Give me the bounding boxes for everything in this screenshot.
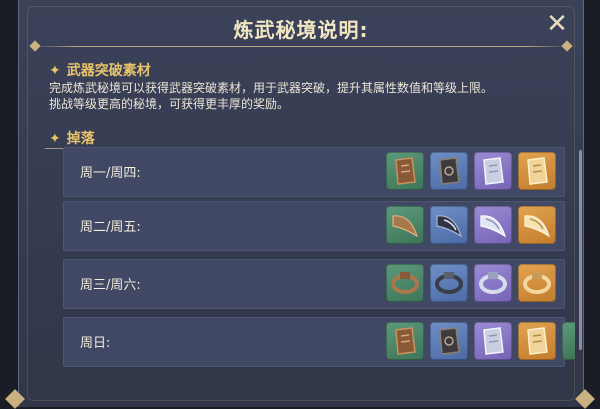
golden-tooth-item-icon[interactable] [518, 206, 556, 244]
silver-tile-item-icon[interactable] [474, 322, 512, 360]
close-icon[interactable]: ✕ [545, 11, 569, 37]
drop-day-label: 周一/周四: [80, 166, 141, 181]
silver-tooth-item-icon[interactable] [474, 206, 512, 244]
bronze-chain-item-icon[interactable] [386, 264, 424, 302]
drop-row-sun: 周日: [63, 317, 575, 367]
drops-scrollbar[interactable] [579, 150, 582, 350]
dark-tile-item-icon[interactable] [430, 322, 468, 360]
bronze-tooth-item-icon[interactable] [386, 206, 424, 244]
sparkle-icon: ✦ [49, 131, 61, 147]
drop-day-label: 周二/周五: [80, 220, 141, 235]
drop-day-label: 周三/周六: [80, 278, 141, 293]
dark-tile-item-icon[interactable] [430, 152, 468, 190]
bronze-tile-item-icon[interactable] [386, 152, 424, 190]
drop-row-tue-fri: 周二/周五: [63, 201, 565, 251]
overflow-item-icon[interactable] [562, 322, 575, 360]
drop-row-mon-thu: 周一/周四: [63, 147, 565, 197]
upgrade-description: 完成炼武秘境可以获得武器突破素材，用于武器突破，提升其属性数值和等级上限。 挑战… [49, 81, 494, 111]
drop-row-wed-sat: 周三/周六: [63, 259, 565, 309]
page-title: 炼武秘境说明: [233, 18, 369, 42]
drop-day-label: 周日: [80, 336, 111, 351]
bronze-tile-item-icon[interactable] [386, 322, 424, 360]
dark-tooth-item-icon[interactable] [430, 206, 468, 244]
domain-info-panel: 炼武秘境说明: ✕ ✦ 武器突破素材 完成炼武秘境可以获得武器突破素材，用于武器突… [18, 0, 584, 407]
golden-chain-item-icon[interactable] [518, 264, 556, 302]
golden-tile-item-icon[interactable] [518, 152, 556, 190]
golden-tile-item-icon[interactable] [518, 322, 556, 360]
upgrade-section-title: ✦ 武器突破素材 [49, 63, 151, 79]
drops-list[interactable]: 周一/周四: 周二/周五: 周三/周六: 周日: [63, 145, 575, 407]
dark-chain-item-icon[interactable] [430, 264, 468, 302]
silver-tile-item-icon[interactable] [474, 152, 512, 190]
sparkle-icon: ✦ [49, 63, 61, 79]
title-divider [33, 46, 569, 47]
silver-chain-item-icon[interactable] [474, 264, 512, 302]
